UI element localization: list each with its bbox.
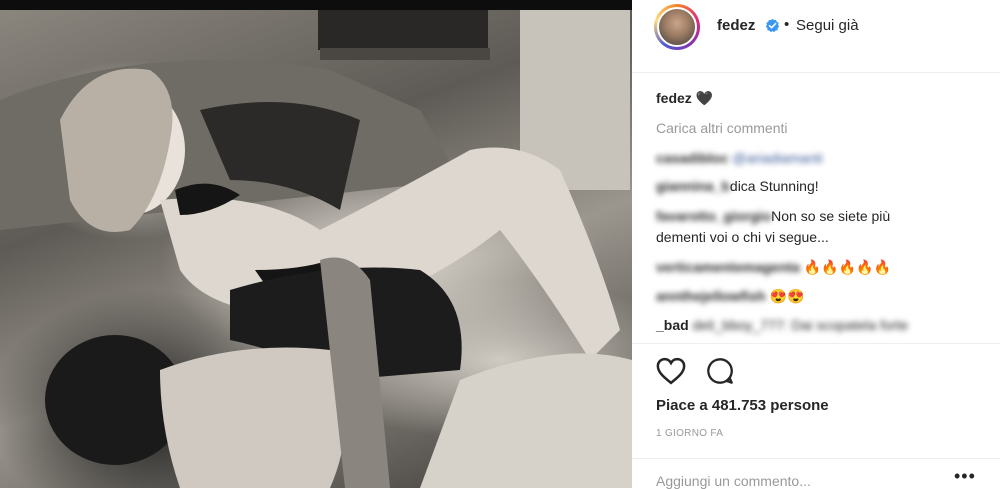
divider bbox=[632, 458, 1000, 459]
separator-dot: • bbox=[784, 16, 790, 33]
comment-item: casadibloc @ariadiamanti bbox=[656, 148, 823, 169]
post-timestamp[interactable]: 1 GIORNO FA bbox=[656, 428, 723, 439]
post-header: fedez • Segui già bbox=[632, 0, 1000, 73]
comment-mention[interactable]: @ariadiamanti bbox=[732, 150, 822, 166]
comment-text: deli_bboy_777: Dai scopatela forte bbox=[692, 317, 909, 333]
comment-text: 🔥🔥🔥🔥🔥 bbox=[803, 259, 892, 275]
post-photo[interactable] bbox=[0, 0, 632, 488]
comment-item: _bad deli_bboy_777: Dai scopatela forte bbox=[656, 315, 908, 336]
caption: fedez 🖤 bbox=[656, 88, 713, 109]
avatar[interactable] bbox=[657, 7, 697, 47]
comment-item: annthejellowfish 😍😍 bbox=[656, 286, 804, 307]
comment-username[interactable]: _bad bbox=[656, 317, 689, 333]
likes-count[interactable]: Piace a 481.753 persone bbox=[656, 397, 829, 414]
comment-username[interactable]: giannina_b bbox=[656, 178, 730, 194]
comment-username[interactable]: favarotto_giorgio bbox=[656, 208, 771, 224]
caption-username[interactable]: fedez bbox=[656, 90, 692, 106]
comment-item: giannina_bdica Stunning! bbox=[656, 176, 819, 197]
load-more-comments-button[interactable]: Carica altri commenti bbox=[656, 118, 787, 139]
comment-text: 😍😍 bbox=[769, 288, 805, 304]
comment-text: Non so se siete più bbox=[771, 208, 891, 224]
comment-bubble-icon[interactable] bbox=[706, 357, 734, 385]
avatar-story-ring[interactable] bbox=[654, 4, 700, 50]
add-comment-input[interactable]: Aggiungi un commento... bbox=[656, 473, 811, 489]
comment-username[interactable]: annthejellowfish bbox=[656, 288, 766, 304]
comment-text-continued: dementi voi o chi vi segue... bbox=[656, 229, 829, 245]
divider bbox=[632, 343, 1000, 344]
comment-text: dica Stunning! bbox=[729, 178, 819, 194]
header-username[interactable]: fedez bbox=[717, 17, 755, 34]
comment-item: favarotto_giorgioNon so se siete più bbox=[656, 206, 890, 227]
follow-status-button[interactable]: Segui già bbox=[796, 17, 859, 34]
caption-heart: 🖤 bbox=[695, 90, 714, 106]
comment-item: verticamentemagenta 🔥🔥🔥🔥🔥 bbox=[656, 257, 891, 278]
like-heart-icon[interactable] bbox=[656, 357, 686, 385]
comment-username[interactable]: casadibloc bbox=[656, 150, 728, 166]
verified-badge-icon bbox=[765, 18, 780, 33]
post-side-panel: fedez • Segui già fedez 🖤 Carica altri c… bbox=[632, 0, 1000, 489]
comment-username[interactable]: verticamentemagenta bbox=[656, 259, 800, 275]
more-options-button[interactable]: ••• bbox=[954, 466, 976, 487]
